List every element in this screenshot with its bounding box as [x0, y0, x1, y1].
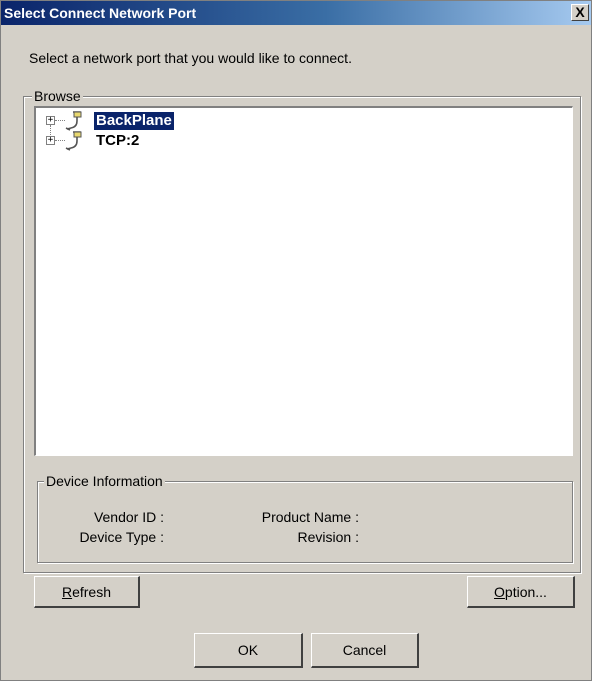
product-name-label: Product Name : — [261, 509, 359, 525]
network-port-tree[interactable]: + BackPlane + TCP:2 — [34, 106, 573, 456]
vendor-id-label: Vendor ID : — [93, 509, 164, 525]
select-network-port-dialog: Select Connect Network Port X Select a n… — [0, 0, 592, 681]
refresh-button-label: Refresh — [62, 577, 111, 607]
refresh-mnemonic: R — [61, 584, 73, 600]
network-port-icon — [65, 111, 82, 131]
network-port-icon — [65, 131, 82, 151]
close-icon: X — [575, 4, 585, 20]
ok-button[interactable]: OK — [194, 633, 303, 668]
revision-label: Revision : — [297, 529, 359, 545]
ok-button-label: OK — [237, 642, 259, 658]
option-button[interactable]: Option... — [467, 576, 575, 608]
close-button[interactable]: X — [571, 4, 589, 21]
option-mnemonic: O — [494, 584, 505, 600]
expand-icon[interactable]: + — [46, 136, 55, 145]
cancel-button-label: Cancel — [342, 642, 387, 658]
expand-icon[interactable]: + — [46, 116, 55, 125]
tree-item-label: BackPlane — [94, 112, 174, 130]
instruction-text: Select a network port that you would lik… — [29, 50, 352, 66]
cancel-button[interactable]: Cancel — [311, 633, 419, 668]
title-bar[interactable]: Select Connect Network Port X — [1, 1, 591, 25]
option-label-rest: ption... — [504, 584, 547, 600]
tree-item-label: TCP:2 — [96, 132, 140, 149]
refresh-label-rest: efresh — [72, 584, 112, 600]
refresh-button[interactable]: Refresh — [34, 576, 140, 608]
device-type-label: Device Type : — [79, 529, 164, 545]
browse-legend: Browse — [32, 88, 83, 104]
window-title: Select Connect Network Port — [4, 5, 197, 21]
device-information-legend: Device Information — [44, 473, 165, 489]
option-button-label: Option... — [494, 577, 547, 607]
